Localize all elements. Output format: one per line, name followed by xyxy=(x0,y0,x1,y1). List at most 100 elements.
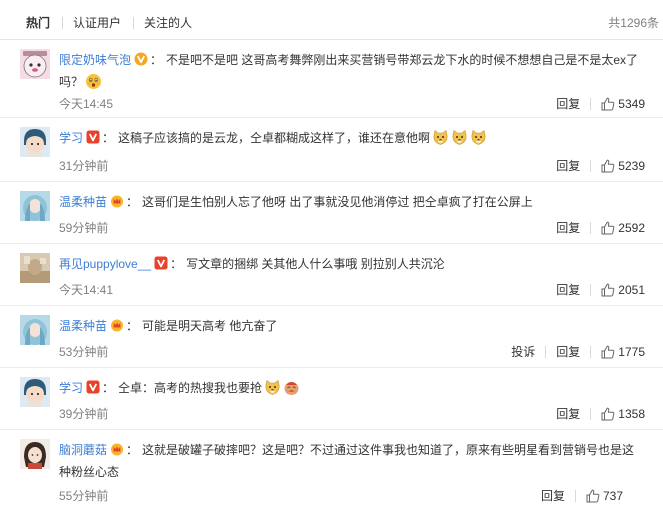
comment-username[interactable]: 温柔种苗 xyxy=(59,319,107,333)
comment-text: 这稿子应该搞的是云龙，仝卓都糊成这样了，谁还在意他啊 xyxy=(118,131,431,145)
comment-time: 今天14:45 xyxy=(59,97,114,111)
comment-username[interactable]: 限定奶味气泡 xyxy=(59,53,131,67)
comment-text: 可能是明天高考 他亢奋了 xyxy=(142,319,278,333)
crown-icon xyxy=(110,194,124,208)
red-v-icon xyxy=(86,130,100,144)
comment-time: 39分钟前 xyxy=(59,407,109,421)
reply-button[interactable]: 回复 xyxy=(556,96,580,112)
avatar[interactable] xyxy=(20,127,50,157)
crying-emoji xyxy=(283,379,300,396)
comment-actions: 回复 5239 xyxy=(556,158,645,174)
avatar[interactable] xyxy=(20,315,50,345)
surprised-emoji xyxy=(85,73,102,90)
comment-item: 再见puppylove__：写文章的捆绑 关其他人什么事哦 别拉别人共沉沦 今天… xyxy=(0,244,663,306)
comment-item: 限定奶味气泡：不是吧不是吧 这哥高考舞弊刚出来买营销号带郑云龙下水的时候不想想自… xyxy=(0,40,663,118)
comment-actions: 投诉 回复 1775 xyxy=(511,344,645,360)
comment-body: 再见puppylove__：写文章的捆绑 关其他人什么事哦 别拉别人共沉沦 xyxy=(59,256,445,271)
thumb-up-icon xyxy=(586,489,600,503)
comment-item: 学习：这稿子应该搞的是云龙，仝卓都糊成这样了，谁还在意他啊 31分钟前 回复 5… xyxy=(0,118,663,182)
comment-actions: 回复 2592 xyxy=(556,220,645,236)
comment-username[interactable]: 脑洞蘑菇 xyxy=(59,443,107,457)
reply-button[interactable]: 回复 xyxy=(556,158,580,174)
crown-icon xyxy=(110,318,124,332)
reply-button[interactable]: 回复 xyxy=(556,344,580,360)
comment-body: 温柔种苗：可能是明天高考 他亢奋了 xyxy=(59,318,278,333)
comment-time: 今天14:41 xyxy=(59,283,114,297)
like-count: 737 xyxy=(602,489,623,503)
action-divider xyxy=(590,98,592,110)
action-divider xyxy=(590,346,592,358)
comment-item: 温柔种苗：这哥们是生怕别人忘了他呀 出了事就没见他消停过 把仝卓疯了打在公屏上 … xyxy=(0,182,663,244)
comment-username[interactable]: 再见puppylove__ xyxy=(59,257,151,271)
doge-emoji xyxy=(451,129,468,146)
thumb-up-icon xyxy=(601,159,615,173)
thumb-up-icon xyxy=(601,283,615,297)
comment-username[interactable]: 学习 xyxy=(59,131,83,145)
avatar[interactable] xyxy=(20,49,50,79)
yellow-v-icon xyxy=(134,52,148,66)
comment-text: 仝卓：高考的热搜我也要抢 xyxy=(118,381,263,395)
like-button[interactable]: 5349 xyxy=(601,96,645,112)
comment-item: 温柔种苗：可能是明天高考 他亢奋了 53分钟前 投诉 回复 1775 xyxy=(0,306,663,368)
red-v-icon xyxy=(154,256,168,270)
avatar[interactable] xyxy=(20,439,50,469)
thumb-up-icon xyxy=(601,221,615,235)
crown-icon xyxy=(110,442,124,456)
like-button[interactable]: 2051 xyxy=(601,282,645,298)
like-count: 2592 xyxy=(618,221,645,235)
like-button[interactable]: 1358 xyxy=(601,406,645,422)
reply-button[interactable]: 回复 xyxy=(556,220,580,236)
doge-emoji xyxy=(470,129,487,146)
avatar[interactable] xyxy=(20,377,50,407)
like-count: 2051 xyxy=(618,283,645,297)
comment-text: 写文章的捆绑 关其他人什么事哦 别拉别人共沉沦 xyxy=(186,257,445,271)
avatar[interactable] xyxy=(20,191,50,221)
like-button[interactable]: 2592 xyxy=(601,220,645,236)
reply-button[interactable]: 回复 xyxy=(541,488,565,504)
comment-actions: 回复 2051 xyxy=(556,282,645,298)
comment-text: 这就是破罐子破摔吧？这是吧？不过通过这件事我也知道了，原来有些明星看到营销号也是… xyxy=(59,443,635,479)
tab-hot[interactable]: 热门 xyxy=(26,15,50,31)
thumb-up-icon xyxy=(601,407,615,421)
comment-item: 学习：仝卓：高考的热搜我也要抢 39分钟前 回复 1358 xyxy=(0,368,663,430)
comment-time: 59分钟前 xyxy=(59,221,109,235)
like-button[interactable]: 5239 xyxy=(601,158,645,174)
comment-text: 这哥们是生怕别人忘了他呀 出了事就没见他消停过 把仝卓疯了打在公屏上 xyxy=(142,195,533,209)
comment-item: 脑洞蘑菇：这就是破罐子破摔吧？这是吧？不过通过这件事我也知道了，原来有些明星看到… xyxy=(0,430,663,518)
report-button[interactable]: 投诉 xyxy=(511,344,535,360)
tab-verified-users[interactable]: 认证用户 xyxy=(73,15,121,31)
action-divider xyxy=(590,160,592,172)
comment-username[interactable]: 温柔种苗 xyxy=(59,195,107,209)
doge-emoji xyxy=(264,379,281,396)
red-v-icon xyxy=(86,380,100,394)
comment-username[interactable]: 学习 xyxy=(59,381,83,395)
action-divider xyxy=(545,346,547,358)
action-divider xyxy=(574,490,576,502)
tab-divider xyxy=(62,17,63,29)
tab-divider xyxy=(133,17,134,29)
reply-button[interactable]: 回复 xyxy=(556,406,580,422)
comment-actions: 回复 737 xyxy=(541,488,623,504)
comment-body: 温柔种苗：这哥们是生怕别人忘了他呀 出了事就没见他消停过 把仝卓疯了打在公屏上 xyxy=(59,194,533,209)
action-divider xyxy=(590,408,592,420)
comment-actions: 回复 5349 xyxy=(556,96,645,112)
avatar[interactable] xyxy=(20,253,50,283)
comment-body: 限定奶味气泡：不是吧不是吧 这哥高考舞弊刚出来买营销号带郑云龙下水的时候不想想自… xyxy=(59,52,639,90)
reply-button[interactable]: 回复 xyxy=(556,282,580,298)
comment-total-count: 共1296条 xyxy=(608,16,659,30)
tab-following[interactable]: 关注的人 xyxy=(144,15,192,31)
like-button[interactable]: 737 xyxy=(586,488,623,504)
comment-body: 学习：这稿子应该搞的是云龙，仝卓都糊成这样了，谁还在意他啊 xyxy=(59,127,645,149)
like-count: 5239 xyxy=(618,159,645,173)
comment-body: 脑洞蘑菇：这就是破罐子破摔吧？这是吧？不过通过这件事我也知道了，原来有些明星看到… xyxy=(59,442,635,479)
action-divider xyxy=(590,284,592,296)
like-button[interactable]: 1775 xyxy=(601,344,645,360)
doge-emoji xyxy=(432,129,449,146)
thumb-up-icon xyxy=(601,97,615,111)
like-count: 1358 xyxy=(618,407,645,421)
like-count: 5349 xyxy=(618,97,645,111)
comment-body: 学习：仝卓：高考的热搜我也要抢 xyxy=(59,377,645,399)
thumb-up-icon xyxy=(601,345,615,359)
comment-filter-tabs: 热门 认证用户 关注的人 共1296条 xyxy=(0,0,663,40)
comment-time: 31分钟前 xyxy=(59,159,109,173)
